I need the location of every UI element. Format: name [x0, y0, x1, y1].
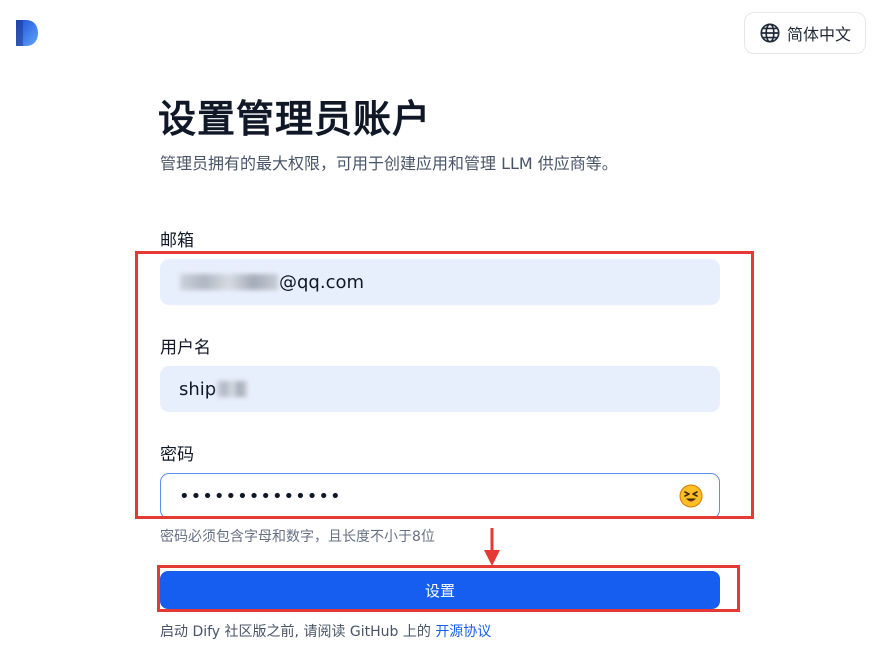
username-label: 用户名 — [160, 338, 211, 358]
globe-icon — [760, 23, 780, 43]
password-field[interactable]: •••••••••••••• — [160, 473, 720, 519]
password-masked-value: •••••••••••••• — [179, 485, 342, 507]
email-field[interactable]: @qq.com — [160, 259, 720, 305]
setup-submit-label: 设置 — [424, 581, 455, 600]
footer-text: 启动 Dify 社区版之前, 请阅读 GitHub 上的 — [160, 624, 431, 640]
page-title: 设置管理员账户 — [158, 97, 432, 141]
language-switcher-button[interactable]: 简体中文 — [744, 12, 866, 54]
dify-logo-icon — [16, 20, 38, 46]
install-page: 简体中文 设置管理员账户 管理员拥有的最大权限，可用于创建应用和管理 LLM 供… — [0, 0, 880, 672]
annotation-arrow-icon — [484, 528, 500, 566]
page-subtitle: 管理员拥有的最大权限，可用于创建应用和管理 LLM 供应商等。 — [160, 154, 618, 173]
show-password-toggle-icon[interactable] — [679, 484, 703, 508]
username-field[interactable]: ship — [160, 366, 720, 412]
password-label: 密码 — [160, 445, 194, 465]
footer-notice: 启动 Dify 社区版之前, 请阅读 GitHub 上的 开源协议 — [160, 621, 491, 641]
redacted-blur — [180, 274, 278, 290]
email-label: 邮箱 — [160, 231, 194, 251]
redacted-blur — [217, 381, 248, 397]
email-value-suffix: @qq.com — [279, 271, 365, 293]
setup-submit-button[interactable]: 设置 — [160, 571, 720, 609]
username-value-prefix: ship — [179, 378, 217, 400]
password-hint: 密码必须包含字母和数字，且长度不小于8位 — [160, 529, 435, 545]
language-label: 简体中文 — [786, 25, 851, 44]
license-link[interactable]: 开源协议 — [435, 624, 491, 640]
